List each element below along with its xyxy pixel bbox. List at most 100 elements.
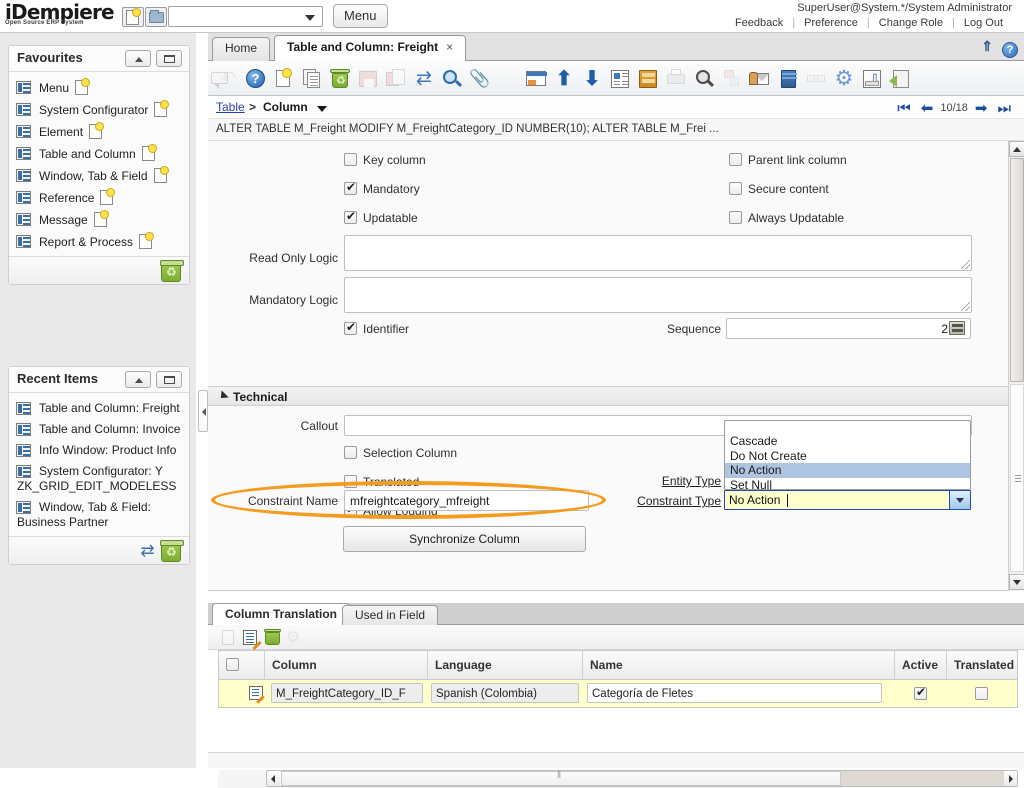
sidebar-item-table-and-column[interactable]: Table and Column <box>9 143 189 165</box>
updatable-checkbox-row[interactable]: Updatable <box>344 211 418 225</box>
last-record-icon[interactable]: ⏭ <box>997 100 1011 117</box>
grid-horizontal-scrollbar[interactable] <box>218 770 1018 788</box>
report-icon[interactable] <box>608 67 632 91</box>
recycle-bin-icon[interactable] <box>161 263 181 282</box>
tab-used-in-field[interactable]: Used in Field <box>342 605 438 625</box>
product-info-icon[interactable] <box>776 67 800 91</box>
collapse-all-icon[interactable]: ⇑ <box>981 38 993 55</box>
email-icon[interactable] <box>748 67 772 91</box>
sidebar-item-element[interactable]: Element <box>9 121 189 143</box>
mandatory-logic-input[interactable] <box>344 277 972 313</box>
always-updatable-checkbox-row[interactable]: Always Updatable <box>729 211 844 225</box>
list-item[interactable]: System Configurator: Y ZK_GRID_EDIT_MODE… <box>9 461 189 497</box>
scrollbar-empty-region[interactable] <box>841 771 1004 786</box>
cell-language[interactable]: Spanish (Colombia) <box>431 683 579 703</box>
refresh-icon[interactable]: ⇄ <box>412 67 436 91</box>
scroll-left-icon[interactable] <box>267 771 280 786</box>
new-record-icon[interactable] <box>272 67 296 91</box>
secure-content-checkbox-row[interactable]: Secure content <box>729 182 829 196</box>
selection-column-checkbox-row[interactable]: Selection Column <box>344 446 457 460</box>
cell-column[interactable]: M_FreightCategory_ID_F <box>271 683 423 703</box>
new-document-icon[interactable] <box>122 7 144 27</box>
edit-record-icon[interactable] <box>249 686 263 700</box>
collapse-up-icon[interactable] <box>125 371 151 388</box>
new-document-icon[interactable] <box>139 234 152 249</box>
sidebar-item-message[interactable]: Message <box>9 209 189 231</box>
select-all-checkbox[interactable] <box>226 658 239 671</box>
constraint-type-dropdown-list[interactable]: Cascade Do Not Create No Action Set Null <box>724 420 971 490</box>
grid-header-language[interactable]: Language <box>428 651 583 679</box>
help-icon[interactable]: ? <box>244 67 268 91</box>
copy-record-icon[interactable] <box>300 67 324 91</box>
scrollbar-track[interactable] <box>266 770 1018 787</box>
identifier-checkbox[interactable] <box>344 322 357 335</box>
mandatory-checkbox[interactable] <box>344 182 357 195</box>
archive-icon[interactable] <box>636 67 660 91</box>
dropdown-option-do-not-create[interactable]: Do Not Create <box>725 449 970 464</box>
form-vertical-scrollbar[interactable] <box>1008 141 1024 591</box>
entity-type-label[interactable]: Entity Type <box>608 474 721 488</box>
list-item[interactable]: Window, Tab & Field: Business Partner <box>9 497 189 533</box>
selection-column-checkbox[interactable] <box>344 446 357 459</box>
feedback-link[interactable]: Feedback <box>726 17 792 29</box>
preference-gear-icon[interactable]: ⚙ <box>832 67 856 91</box>
list-item[interactable]: Info Window: Product Info <box>9 440 189 461</box>
close-icon[interactable]: × <box>446 40 453 54</box>
collapse-up-icon[interactable] <box>125 50 151 67</box>
maximize-icon[interactable] <box>156 50 182 67</box>
scroll-down-icon[interactable] <box>1009 574 1024 590</box>
chevron-down-icon[interactable] <box>949 491 970 509</box>
recycle-bin-icon[interactable] <box>161 543 181 562</box>
attachment-icon[interactable]: 📎 <box>468 67 492 91</box>
tab-home[interactable]: Home <box>212 37 270 61</box>
sequence-input[interactable]: 2 <box>726 318 971 339</box>
sidebar-item-reference[interactable]: Reference <box>9 187 189 209</box>
grid-header-active[interactable]: Active <box>895 651 947 679</box>
parent-link-column-checkbox-row[interactable]: Parent link column <box>729 153 847 167</box>
menu-button[interactable]: Menu <box>333 4 388 28</box>
detail-record-icon[interactable]: ⬇ <box>580 67 604 91</box>
new-document-icon[interactable] <box>154 102 167 117</box>
updatable-checkbox[interactable] <box>344 211 357 224</box>
sidebar-item-report-and-process[interactable]: Report & Process <box>9 231 189 253</box>
calculator-icon[interactable] <box>949 321 965 335</box>
key-column-checkbox-row[interactable]: Key column <box>344 153 426 167</box>
sidebar-collapse-handle[interactable] <box>198 390 208 432</box>
identifier-checkbox-row[interactable]: Identifier <box>344 322 409 336</box>
dropdown-option-no-action[interactable]: No Action <box>725 463 970 478</box>
edit-record-icon[interactable] <box>242 629 260 647</box>
dropdown-option-cascade[interactable]: Cascade <box>725 434 970 449</box>
cell-active-checkbox[interactable] <box>914 687 927 700</box>
scroll-up-icon[interactable] <box>1009 141 1024 157</box>
breadcrumb-column-tab[interactable]: Column <box>263 100 308 114</box>
grid-header-name[interactable]: Name <box>583 651 895 679</box>
constraint-type-label[interactable]: Constraint Type <box>608 494 721 508</box>
new-document-icon[interactable] <box>89 124 102 139</box>
parent-record-icon[interactable]: ⬆ <box>552 67 576 91</box>
refresh-icon[interactable]: ⇄ <box>138 542 157 559</box>
delete-record-icon[interactable] <box>264 629 282 647</box>
preference-link[interactable]: Preference <box>795 17 867 29</box>
new-document-icon[interactable] <box>94 212 107 227</box>
breadcrumb-table-link[interactable]: Table <box>216 100 245 114</box>
technical-section-header[interactable]: Technical <box>208 386 1008 406</box>
chevron-down-icon[interactable] <box>317 106 327 112</box>
maximize-icon[interactable] <box>156 371 182 388</box>
scroll-right-icon[interactable] <box>1004 771 1017 786</box>
new-document-icon[interactable] <box>154 168 167 183</box>
resize-grip-icon[interactable] <box>961 302 970 311</box>
sidebar-item-system-configurator[interactable]: System Configurator <box>9 99 189 121</box>
grid-header-column[interactable]: Column <box>265 651 428 679</box>
open-folder-icon[interactable] <box>145 7 167 27</box>
resize-grip-icon[interactable] <box>961 260 970 269</box>
synchronize-column-button[interactable]: Synchronize Column <box>343 526 586 552</box>
new-document-icon[interactable] <box>142 146 155 161</box>
tab-column-translation[interactable]: Column Translation <box>212 603 350 625</box>
change-role-link[interactable]: Change Role <box>870 17 952 29</box>
sidebar-item-window-tab-field[interactable]: Window, Tab & Field <box>9 165 189 187</box>
parent-link-column-checkbox[interactable] <box>729 153 742 166</box>
import-icon[interactable]: ⇩ <box>860 67 884 91</box>
print-preview-icon[interactable] <box>692 67 716 91</box>
grid-header-translated[interactable]: Translated <box>947 651 1018 679</box>
constraint-type-input[interactable]: No Action <box>724 490 971 510</box>
